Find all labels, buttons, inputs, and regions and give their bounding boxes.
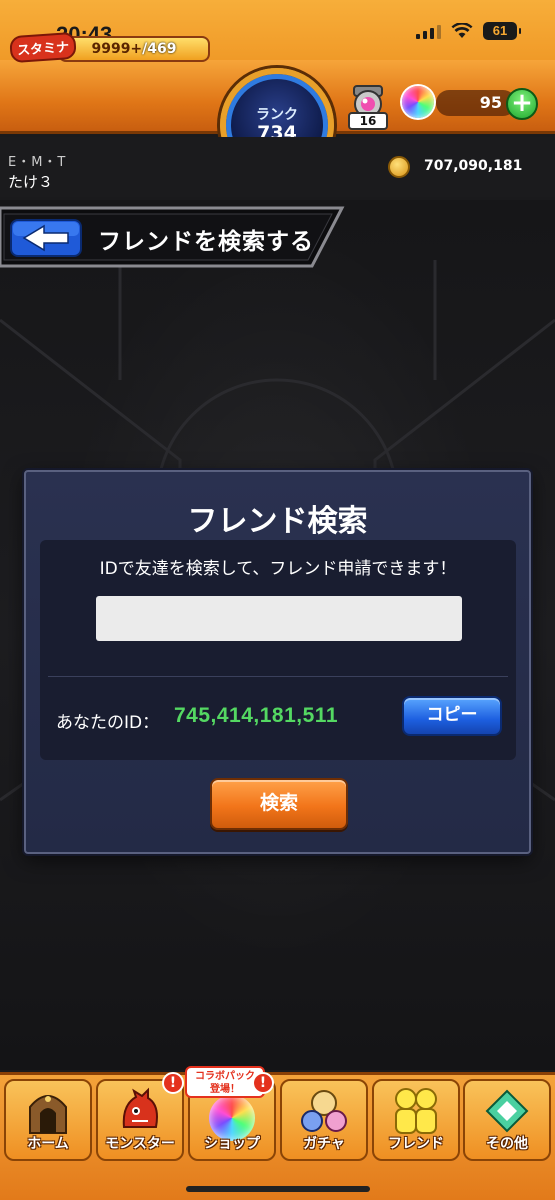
friend-search-dialog: フレンド検索 IDで友達を検索して、フレンド申請できます！ あなたのID： 74… bbox=[24, 470, 531, 854]
friend-id-input[interactable] bbox=[96, 596, 462, 641]
dialog-description: IDで友達を検索して、フレンド申請できます！ bbox=[99, 559, 457, 579]
nav-label-other: その他 bbox=[486, 1136, 528, 1152]
buy-orbs-button[interactable]: + bbox=[506, 88, 538, 120]
home-icon bbox=[29, 1095, 67, 1134]
orb-icon bbox=[402, 86, 434, 118]
copy-id-button[interactable]: コピー bbox=[402, 696, 502, 736]
other-menu-icon bbox=[485, 1089, 529, 1133]
monster-alert-icon: ! bbox=[162, 1072, 184, 1094]
stamina-bar: 9999+/469 bbox=[58, 36, 210, 62]
nav-label-home: ホーム bbox=[27, 1136, 69, 1152]
nav-label-monster: モンスター bbox=[105, 1136, 175, 1152]
stamina-current: 9999+ bbox=[91, 41, 143, 57]
monster-icon bbox=[122, 1087, 158, 1128]
back-button[interactable] bbox=[10, 219, 82, 257]
nav-label-friend: フレンド bbox=[388, 1136, 444, 1152]
rank-label: ランク bbox=[256, 107, 298, 123]
item-count: 16 bbox=[348, 112, 388, 130]
player-name: たけ３ bbox=[8, 173, 54, 191]
bottom-nav: ホーム モンスター ショップ ガチャ フレンド その他 bbox=[0, 1072, 555, 1200]
friend-icon bbox=[395, 1088, 437, 1134]
nav-label-gacha: ガチャ bbox=[303, 1136, 345, 1152]
nav-friend[interactable]: フレンド bbox=[372, 1079, 460, 1161]
your-id-value: 745,414,181,511 bbox=[174, 704, 338, 727]
wifi-icon bbox=[451, 23, 473, 38]
nav-label-shop: ショップ bbox=[204, 1136, 260, 1152]
divider bbox=[48, 676, 508, 677]
shop-alert-icon: ! bbox=[252, 1072, 274, 1094]
nav-home[interactable]: ホーム bbox=[4, 1079, 92, 1161]
status-icons: 61 bbox=[416, 22, 521, 40]
stamina-max: /469 bbox=[142, 41, 177, 57]
coin-icon bbox=[388, 156, 410, 178]
nav-gacha[interactable]: ガチャ bbox=[280, 1079, 368, 1161]
your-id-label: あなたのID： bbox=[56, 713, 160, 733]
search-button[interactable]: 検索 bbox=[210, 778, 348, 830]
orb-count: 95 bbox=[479, 93, 502, 112]
page-title: フレンドを検索する bbox=[98, 229, 314, 255]
stamina-label: スタミナ bbox=[9, 31, 77, 64]
dialog-title: フレンド検索 bbox=[187, 504, 368, 539]
cellular-signal-icon bbox=[416, 23, 441, 39]
battery-icon: 61 bbox=[483, 22, 521, 40]
gacha-characters-icon bbox=[301, 1090, 347, 1132]
nav-other[interactable]: その他 bbox=[463, 1079, 551, 1161]
dialog-content: IDで友達を検索して、フレンド申請できます！ あなたのID： 745,414,1… bbox=[40, 540, 516, 760]
coin-count: 707,090,181 bbox=[424, 158, 523, 174]
home-indicator bbox=[186, 1186, 370, 1192]
player-title: E・M・T bbox=[8, 155, 67, 170]
player-info: E・M・T たけ３ 707,090,181 bbox=[0, 137, 555, 197]
